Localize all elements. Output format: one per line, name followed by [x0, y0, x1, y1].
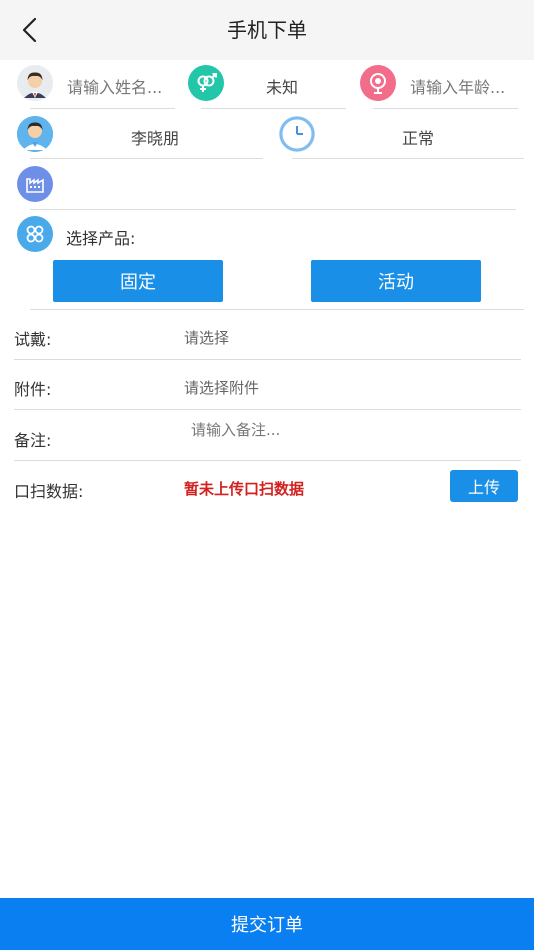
name-underline [30, 108, 175, 109]
age-input[interactable]: 请输入年龄... [410, 74, 505, 98]
app-header: 手机下单 [0, 0, 534, 60]
submit-order-button[interactable]: 提交订单 [0, 898, 534, 950]
scan-status: 暂未上传口扫数据 [184, 480, 305, 498]
product-underline [30, 309, 524, 310]
page-title: 手机下单 [227, 18, 307, 42]
doctor-avatar-icon [17, 116, 53, 152]
remark-divider [14, 460, 521, 461]
clock-icon [279, 116, 315, 152]
status-select[interactable]: 正常 [402, 125, 434, 149]
attachment-select[interactable]: 请选择附件 [184, 377, 259, 398]
doctor-underline [30, 158, 263, 159]
back-button[interactable] [14, 14, 46, 46]
upload-button[interactable]: 上传 [450, 470, 518, 502]
remark-label: 备注: [14, 431, 52, 450]
factory-icon [17, 166, 53, 202]
trial-divider [14, 359, 521, 360]
doctor-name[interactable]: 李晓朋 [131, 125, 179, 149]
balloon-icon [360, 65, 396, 101]
name-input[interactable]: 请输入姓名... [67, 74, 162, 98]
trial-label: 试戴: [14, 330, 52, 349]
gender-icon [188, 65, 224, 101]
scan-label: 口扫数据: [14, 482, 84, 501]
remark-input[interactable]: 请输入备注... [191, 419, 280, 440]
gender-select[interactable]: 未知 [266, 74, 298, 98]
activity-button[interactable]: 活动 [311, 260, 481, 302]
avatar-icon [17, 65, 53, 101]
trial-select[interactable]: 请选择 [184, 327, 229, 348]
grid-icon [17, 216, 53, 252]
age-underline [373, 108, 518, 109]
gender-underline [201, 108, 346, 109]
clinic-underline[interactable] [30, 209, 516, 210]
order-page: 手机下单 请输入姓名... 未知 请输入年龄... 李晓朋 正常 选择产品: 固… [0, 0, 534, 950]
product-label: 选择产品: [66, 229, 136, 248]
status-underline [292, 158, 524, 159]
attachment-label: 附件: [14, 380, 52, 399]
attachment-divider [14, 409, 521, 410]
fixed-button[interactable]: 固定 [53, 260, 223, 302]
chevron-left-icon [22, 17, 37, 43]
